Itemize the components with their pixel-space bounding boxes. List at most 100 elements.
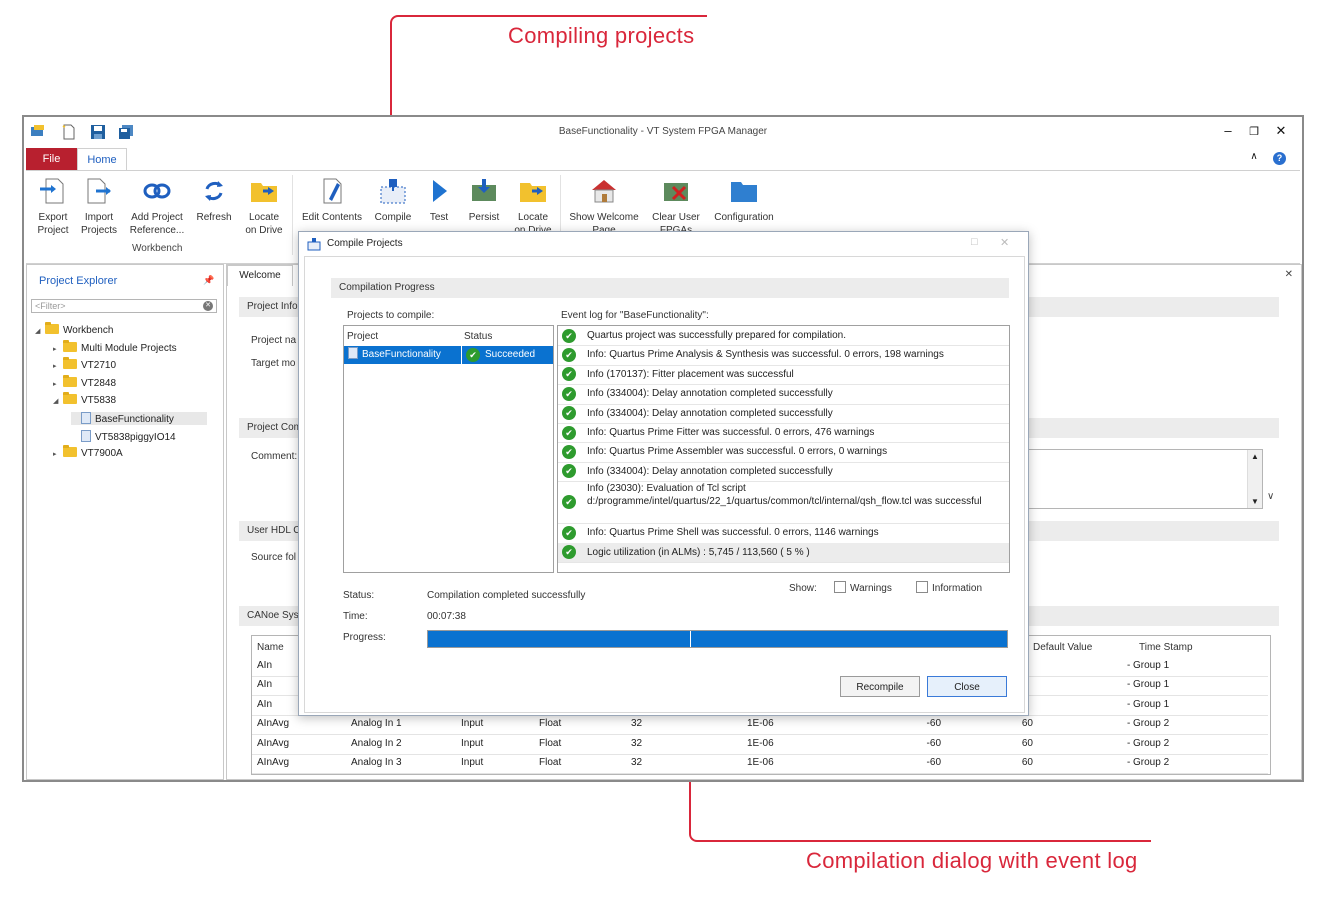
edit-contents-button[interactable]: Edit Contents [300,177,364,224]
export-project-button[interactable]: Export Project [32,177,74,237]
dialog-close-button[interactable]: ✕ [1000,236,1009,249]
log-entry[interactable]: ✔ Logic utilization (in ALMs) : 5,745 / 1… [558,542,1009,563]
collapsed-arrow-icon[interactable]: ▸ [53,380,63,388]
collapsed-arrow-icon[interactable]: ▸ [53,450,63,458]
log-entry[interactable]: ✔ Info: Quartus Prime Fitter was successf… [558,423,1009,444]
dialog-maximize-button[interactable]: □ [971,236,978,248]
log-entry[interactable]: ✔ Info (334004): Delay annotation complet… [558,404,1009,424]
window-title: BaseFunctionality - VT System FPGA Manag… [558,126,768,137]
table-row[interactable]: AInAvg Analog In 3 Input Float 32 1E-06 -60 60 G… [252,754,1268,774]
table-cell-name: AIn [257,698,273,710]
link-icon [143,183,171,199]
project-row-name[interactable]: BaseFunctionality [344,346,461,364]
table-cell-c4: Float [539,737,562,749]
help-icon[interactable]: ? [1273,152,1286,165]
log-entry[interactable]: ✔ Info (334004): Delay annotation complet… [558,462,1009,483]
warnings-checkbox[interactable]: Warnings [834,581,892,594]
progress-label: Progress: [343,632,386,643]
locate-on-drive-button[interactable]: Locate on Drive [240,177,288,237]
log-entry[interactable]: ✔ Info (23030): Evaluation of Tcl script … [558,481,1009,525]
col-timestamp-header[interactable]: Time Stamp [1139,642,1193,653]
folder-icon [63,374,77,387]
success-check-icon: ✔ [562,464,576,479]
scroll-up-icon[interactable]: ▲ [1251,452,1259,461]
compile-button[interactable]: Compile [372,177,414,224]
close-tab-button[interactable]: ✕ [1285,269,1293,280]
collapsed-arrow-icon[interactable]: ▸ [53,345,63,353]
tree-item[interactable]: VT5838piggyIO14 [71,429,176,443]
col-default-header[interactable]: Default Value [1033,642,1092,653]
tab-file[interactable]: File [26,148,77,170]
information-label: Information [932,583,983,594]
tab-welcome[interactable]: Welcome [227,265,293,286]
project-name-label: Project na [251,335,297,346]
filter-input[interactable]: <Filter> ✕ [31,299,217,313]
warnings-label: Warnings [850,583,892,594]
log-entry[interactable]: ✔ Quartus project was successfully prepar… [558,326,1009,347]
tree-item[interactable]: ◢ VT5838 [53,392,116,406]
table-cell-c8: 60 [1021,737,1033,749]
information-checkbox[interactable]: Information [916,581,982,594]
configuration-button[interactable]: Configuration [710,177,778,224]
clear-user-fpgas-button[interactable]: Clear UserFPGAs [648,177,704,237]
table-cell-c7: -60 [926,737,941,749]
table-cell-dash: - [1127,757,1131,768]
comment-scrollbar[interactable]: ▲ ▼ [1247,450,1262,508]
minimize-button[interactable]: – [1218,123,1238,138]
information-check-box[interactable] [916,581,928,593]
tree-item[interactable]: BaseFunctionality [71,412,207,425]
log-text: Info (170137): Fitter placement was succ… [587,368,794,380]
table-cell-c3: Input [461,718,484,730]
log-entry[interactable]: ✔ Info: Quartus Prime Analysis & Synthesi… [558,345,1009,366]
show-welcome-page-button[interactable]: Show WelcomePage [566,177,642,237]
tree-item[interactable]: ▸ VT2710 [53,357,116,371]
ribbon-separator [292,175,293,255]
folder-icon [63,445,77,458]
col-project-header[interactable]: Project [347,331,378,342]
success-check-icon: ✔ [562,348,576,363]
import-projects-button[interactable]: Import Projects [78,177,120,237]
persist-button[interactable]: Persist [464,177,504,224]
table-cell-c4: Float [539,718,562,730]
table-cell-c7: -60 [926,718,941,730]
table-cell-name: AInAvg [257,718,290,730]
close-button[interactable]: Close [927,676,1007,697]
restore-button[interactable]: ❐ [1244,125,1264,138]
close-window-button[interactable]: ✕ [1271,123,1291,139]
success-check-icon: ✔ [562,545,576,560]
compile-icon [380,179,406,204]
tree-item[interactable]: ▸ VT2848 [53,374,116,389]
dialog-title: Compile Projects [327,238,403,249]
collapsed-arrow-icon[interactable]: ▸ [53,362,63,370]
pin-icon[interactable]: 📌 [203,275,214,286]
tree-item[interactable]: ◢ Workbench [35,322,113,336]
scroll-down-icon[interactable]: ▼ [1251,497,1259,506]
table-row[interactable]: AInAvg Analog In 1 Input Float 32 1E-06 -60 60 G… [252,715,1268,736]
project-row-status[interactable]: ✔ Succeeded [462,346,553,364]
project-file-icon [81,429,91,442]
log-entry[interactable]: ✔ Info (170137): Fitter placement was suc… [558,365,1009,386]
expanded-arrow-icon[interactable]: ◢ [35,327,45,335]
col-status-header[interactable]: Status [464,331,492,342]
tab-home[interactable]: Home [77,148,127,170]
log-entry[interactable]: ✔ Info: Quartus Prime Shell was successfu… [558,523,1009,544]
table-row[interactable]: AInAvg Analog In 2 Input Float 32 1E-06 -60 60 G… [252,735,1268,755]
tree-item[interactable]: ▸ Multi Module Projects [53,339,177,354]
expanded-arrow-icon[interactable]: ◢ [53,397,63,405]
clear-filter-icon[interactable]: ✕ [203,301,213,311]
log-entry[interactable]: ✔ Info: Quartus Prime Assembler was succe… [558,442,1009,463]
recompile-button[interactable]: Recompile [840,676,920,697]
warnings-check-box[interactable] [834,581,846,593]
add-project-reference-button[interactable]: Add Project Reference... [126,177,188,237]
chevron-down-icon[interactable]: ∨ [1267,491,1274,502]
refresh-button[interactable]: Refresh [194,177,234,224]
tree-item[interactable]: ▸ VT7900A [53,445,123,459]
collapse-ribbon-button[interactable]: ∧ [1244,151,1264,162]
locate-on-drive-button-2[interactable]: Locateon Drive [510,177,556,237]
comment-label: Comment: [251,451,298,462]
test-button[interactable]: Test [422,177,456,224]
table-cell-dash: - [1127,660,1131,671]
col-name-header[interactable]: Name [257,642,284,653]
comment-field[interactable]: ▲ ▼ [1027,449,1263,509]
log-entry[interactable]: ✔ Info (334004): Delay annotation complet… [558,384,1009,405]
